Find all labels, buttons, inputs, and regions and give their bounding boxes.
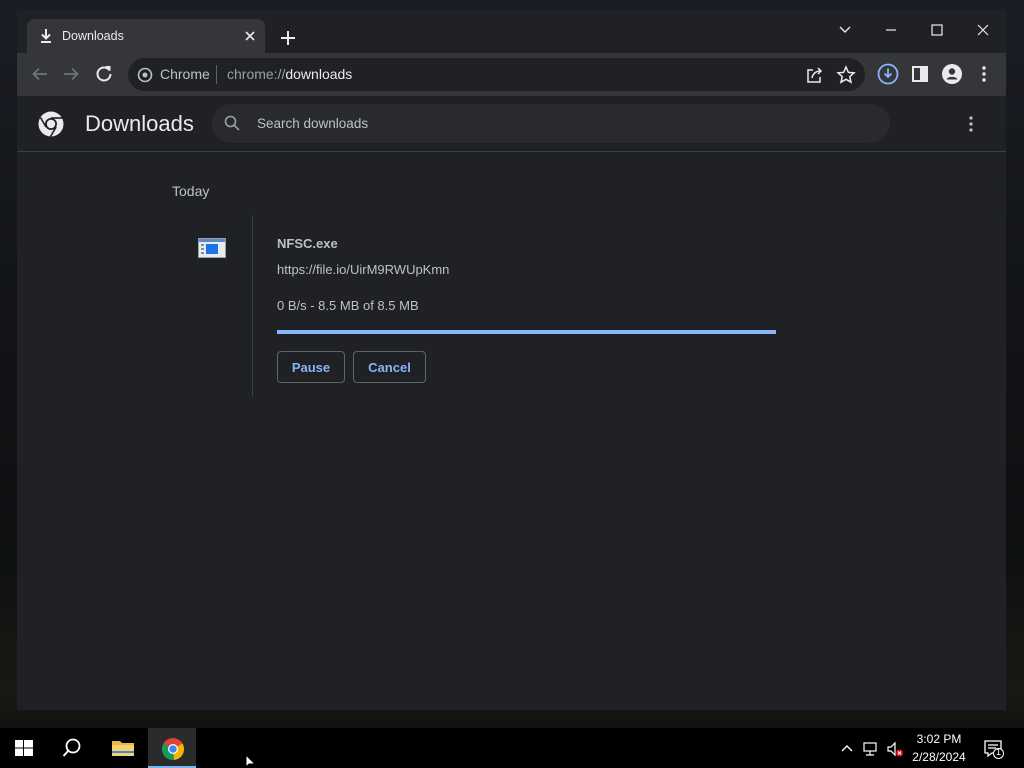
notification-count: 1 <box>995 747 1001 757</box>
progress-fill <box>277 330 776 334</box>
omnibox-divider <box>216 65 217 84</box>
minimize-icon[interactable] <box>875 15 907 45</box>
pause-button[interactable]: Pause <box>277 351 345 383</box>
download-item: NFSC.exe https://file.io/UirM9RWUpKmn 0 … <box>172 215 822 397</box>
back-arrow-icon[interactable] <box>28 62 52 86</box>
profile-avatar-icon[interactable] <box>940 62 964 86</box>
side-panel-icon[interactable] <box>908 62 932 86</box>
mouse-cursor-icon <box>245 755 257 768</box>
clock-date[interactable]: 2/28/2024 <box>905 750 973 764</box>
file-explorer-button[interactable] <box>98 728 146 768</box>
volume-muted-icon[interactable] <box>886 740 904 758</box>
search-icon <box>224 115 240 131</box>
chevron-up-icon[interactable] <box>838 740 856 758</box>
cancel-button[interactable]: Cancel <box>353 351 426 383</box>
close-window-icon[interactable] <box>967 15 999 45</box>
maximize-icon[interactable] <box>921 15 953 45</box>
search-icon <box>62 738 81 757</box>
browser-window: Downloads Chrome chrome://downloads Down… <box>17 10 1006 710</box>
chrome-logo-icon <box>38 111 64 137</box>
chrome-icon <box>161 738 185 761</box>
file-source-url[interactable]: https://file.io/UirM9RWUpKmn <box>277 262 449 277</box>
taskbar: 1 <box>0 728 1024 768</box>
share-icon[interactable] <box>804 64 826 86</box>
reload-icon[interactable] <box>92 62 116 86</box>
chrome-site-icon <box>137 67 153 83</box>
start-button[interactable] <box>0 728 48 768</box>
url-text[interactable]: chrome://downloads <box>227 66 352 82</box>
download-progress-bar <box>277 330 776 334</box>
forward-arrow-icon[interactable] <box>59 62 83 86</box>
page-title: Downloads <box>85 111 194 136</box>
downloads-header: Downloads <box>17 96 1006 152</box>
tab-close-icon[interactable] <box>241 27 259 45</box>
tab-downloads[interactable]: Downloads <box>27 19 265 53</box>
tab-search-chevron-icon[interactable] <box>829 15 861 45</box>
download-icon <box>41 29 51 43</box>
tab-title: Downloads <box>62 29 124 43</box>
title-bar: Downloads <box>17 10 1006 53</box>
search-input[interactable] <box>257 113 857 133</box>
url-host: downloads <box>285 66 353 82</box>
address-bar[interactable]: Chrome chrome://downloads <box>128 58 865 91</box>
clock-time[interactable]: 3:02 PM <box>905 732 973 746</box>
executable-file-icon <box>198 238 226 258</box>
item-divider <box>252 215 253 397</box>
taskbar-search-button[interactable] <box>48 728 96 768</box>
download-status: 0 B/s - 8.5 MB of 8.5 MB <box>277 298 419 313</box>
url-scheme: chrome:// <box>227 66 286 82</box>
more-options-icon[interactable] <box>961 114 981 134</box>
browser-menu-icon[interactable] <box>972 62 996 86</box>
chrome-taskbar-button[interactable] <box>148 728 196 768</box>
search-bar[interactable] <box>212 104 890 143</box>
downloads-toolbar-icon[interactable] <box>876 62 900 86</box>
network-icon[interactable] <box>862 740 880 758</box>
windows-logo-icon <box>15 740 33 756</box>
file-name[interactable]: NFSC.exe <box>277 236 338 251</box>
site-chip-label: Chrome <box>160 66 210 82</box>
folder-icon <box>112 741 134 756</box>
new-tab-icon[interactable] <box>276 26 300 50</box>
bookmark-star-icon[interactable] <box>835 64 857 86</box>
browser-toolbar: Chrome chrome://downloads <box>17 53 1006 96</box>
date-section-header: Today <box>172 183 210 199</box>
